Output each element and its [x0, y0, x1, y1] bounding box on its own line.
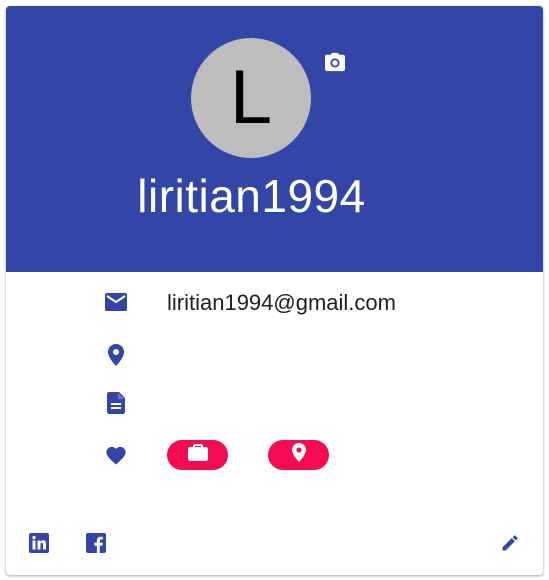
profile-header: L liritian1994 [6, 6, 543, 272]
email-icon [104, 290, 128, 314]
job-chip[interactable] [167, 440, 228, 470]
username: liritian1994 [137, 170, 366, 222]
profile-card: L liritian1994 liritian1994@gmail.com [6, 6, 543, 575]
email-text: liritian1994@gmail.com [167, 290, 396, 315]
facebook-icon[interactable] [84, 531, 108, 555]
camera-icon[interactable] [322, 50, 348, 74]
briefcase-icon [187, 444, 208, 466]
location-pin-icon [291, 443, 306, 467]
avatar-letter: L [229, 55, 273, 140]
pencil-icon[interactable] [498, 531, 522, 555]
linkedin-icon[interactable] [27, 531, 51, 555]
location-pin-icon [104, 343, 128, 367]
location-chip[interactable] [268, 440, 329, 470]
heart-icon [104, 443, 128, 467]
document-icon [104, 391, 128, 415]
avatar: L [191, 38, 311, 158]
